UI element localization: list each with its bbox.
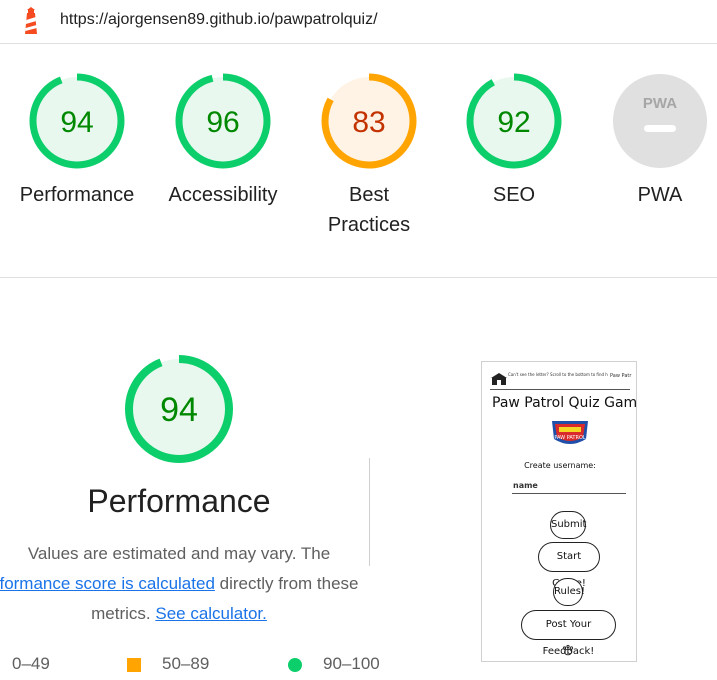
legend-pass-icon <box>288 658 302 672</box>
divider <box>369 458 370 566</box>
report-header: https://ajorgensen89.github.io/pawpatrol… <box>0 0 717 44</box>
page-url-link[interactable]: https://ajorgensen89.github.io/pawpatrol… <box>60 11 378 29</box>
gauge-label: Accessibility <box>168 184 278 206</box>
username-input[interactable]: name <box>512 480 626 494</box>
gauge-seo[interactable]: 92 SEO <box>439 72 589 210</box>
doghouse-icon <box>491 373 507 385</box>
rules-button[interactable]: Rules! <box>553 578 585 606</box>
final-screenshot: Can't see the letter? Scroll to the bott… <box>481 361 637 662</box>
score-value: 94 <box>60 106 93 139</box>
gauge-label: Best Practices <box>327 184 411 236</box>
screenshot-heading: Paw Patrol Quiz Gam <box>492 395 637 411</box>
desc-text: metrics. <box>91 604 151 623</box>
see-calculator-link[interactable]: See calculator. <box>155 604 267 623</box>
gauge-label: Performance <box>19 184 135 206</box>
score-gauge: 94 <box>29 73 125 169</box>
paw-icon <box>562 644 574 656</box>
svg-text:PWA: PWA <box>643 95 677 112</box>
gauge-pwa[interactable]: PWA PWA <box>585 72 717 210</box>
legend-pass-label: 90–100 <box>323 654 380 673</box>
category-gauges: 94 Performance 96 Accessibility 83 Best … <box>0 44 717 278</box>
legend-average-icon <box>127 658 141 672</box>
desc-text: directly from these <box>214 574 358 593</box>
gauge-performance[interactable]: 94 Performance <box>2 72 152 210</box>
create-username-label: Create username: <box>524 461 596 470</box>
desc-line: metrics. See calculator. <box>0 599 358 629</box>
score-calculation-link[interactable]: formance score is calculated <box>0 574 215 593</box>
pwa-icon: PWA <box>613 74 707 168</box>
svg-text:PAW PATROL: PAW PATROL <box>554 435 586 441</box>
score-value: 92 <box>497 106 530 139</box>
performance-score-gauge: 94 <box>104 353 254 470</box>
score-gauge: 83 <box>321 73 417 169</box>
start-game-button[interactable]: Start Game! <box>538 542 600 589</box>
performance-title: Performance <box>87 483 271 519</box>
legend-fail-label: 0–49 <box>12 654 50 673</box>
screenshot-divider <box>490 389 630 390</box>
performance-description: Values are estimated and may vary. The f… <box>0 539 358 629</box>
gauge-label: SEO <box>492 184 536 206</box>
paw-patrol-logo: PAW PATROL <box>552 421 588 444</box>
gauge-label: PWA <box>637 184 683 206</box>
gauge-best-practices[interactable]: 83 Best Practices <box>294 72 444 240</box>
score-value: 96 <box>206 106 239 139</box>
score-value: 83 <box>352 106 385 139</box>
score-gauge: 92 <box>466 73 562 169</box>
submit-button[interactable]: Submit <box>550 511 586 539</box>
username-placeholder: name <box>513 481 538 490</box>
screenshot-corner-text: Paw Patr <box>610 373 632 379</box>
desc-line: Values are estimated and may vary. The <box>27 544 331 563</box>
gauge-accessibility[interactable]: 96 Accessibility <box>148 72 298 210</box>
lighthouse-icon <box>25 7 37 34</box>
screenshot-banner: Can't see the letter? Scroll to the bott… <box>508 372 608 377</box>
legend-average-label: 50–89 <box>162 654 210 673</box>
score-gauge: 96 <box>175 73 271 169</box>
score-value: 94 <box>160 391 198 429</box>
post-feedback-button[interactable]: Post Your Feedback! <box>521 610 616 657</box>
desc-line: formance score is calculated directly fr… <box>0 569 358 599</box>
